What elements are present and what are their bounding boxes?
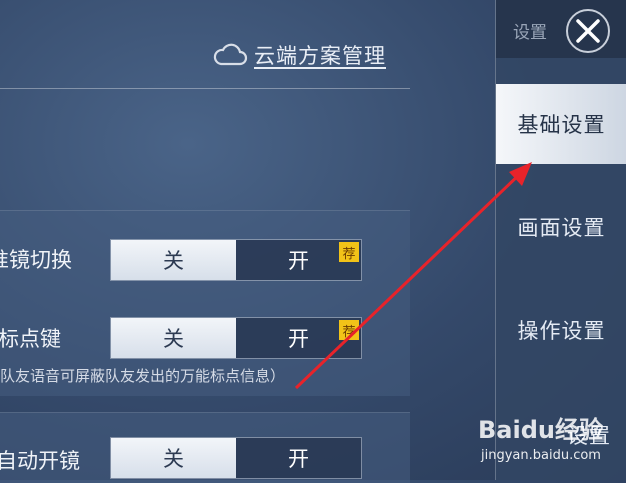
scope-switch-off-button[interactable]: 关 <box>111 240 236 280</box>
settings-sidebar: 设置 基础设置 画面设置 操作设置 设置 <box>495 0 626 480</box>
auto-scope-toggle: 关 开 <box>110 437 362 479</box>
scope-switch-on-label: 开 <box>288 249 309 273</box>
scope-switch-toggle: 关 开 荐 <box>110 239 362 281</box>
auto-scope-off-button[interactable]: 关 <box>111 438 236 478</box>
marker-key-label: 标点键 <box>0 327 61 351</box>
sidebar-header: 设置 <box>496 0 626 58</box>
cloud-icon <box>213 43 248 66</box>
settings-group-2: 自动开镜 关 开 <box>0 412 410 483</box>
marker-key-hint: 队友语音可屏蔽队友发出的万能标点信息） <box>0 367 286 385</box>
sidebar-title: 设置 <box>513 23 547 43</box>
cloud-plan-label: 云端方案管理 <box>254 44 386 68</box>
marker-key-toggle: 关 开 荐 <box>110 317 362 359</box>
sidebar-item-label: 画面设置 <box>517 216 606 240</box>
sidebar-item-display-settings[interactable]: 画面设置 <box>496 187 626 267</box>
recommended-badge: 荐 <box>339 320 359 340</box>
auto-scope-on-button[interactable]: 开 <box>236 438 361 478</box>
settings-main-panel: 云端方案管理 准镜切换 关 开 荐 标点键 关 开 荐 队友语音可屏蔽队友发出的… <box>0 0 495 483</box>
close-icon <box>576 19 600 43</box>
baidu-watermark: Baidu经验 <box>478 416 603 444</box>
auto-scope-label: 自动开镜 <box>0 449 80 473</box>
marker-key-on-label: 开 <box>288 327 309 351</box>
sidebar-item-label: 操作设置 <box>517 319 606 343</box>
marker-key-off-button[interactable]: 关 <box>111 318 236 358</box>
scope-switch-label: 准镜切换 <box>0 248 72 272</box>
header-divider <box>0 88 410 89</box>
settings-group-1: 准镜切换 关 开 荐 标点键 关 开 荐 队友语音可屏蔽队友发出的万能标点信息） <box>0 210 410 396</box>
sidebar-item-control-settings[interactable]: 操作设置 <box>496 290 626 370</box>
close-button[interactable] <box>566 9 610 53</box>
sidebar-item-basic-settings[interactable]: 基础设置 <box>496 84 626 164</box>
baidu-watermark-url: jingyan.baidu.com <box>481 448 601 463</box>
cloud-plan-manager-link[interactable]: 云端方案管理 <box>212 40 386 70</box>
auto-scope-on-label: 开 <box>288 447 309 471</box>
sidebar-item-label: 基础设置 <box>517 113 606 137</box>
recommended-badge: 荐 <box>339 242 359 262</box>
